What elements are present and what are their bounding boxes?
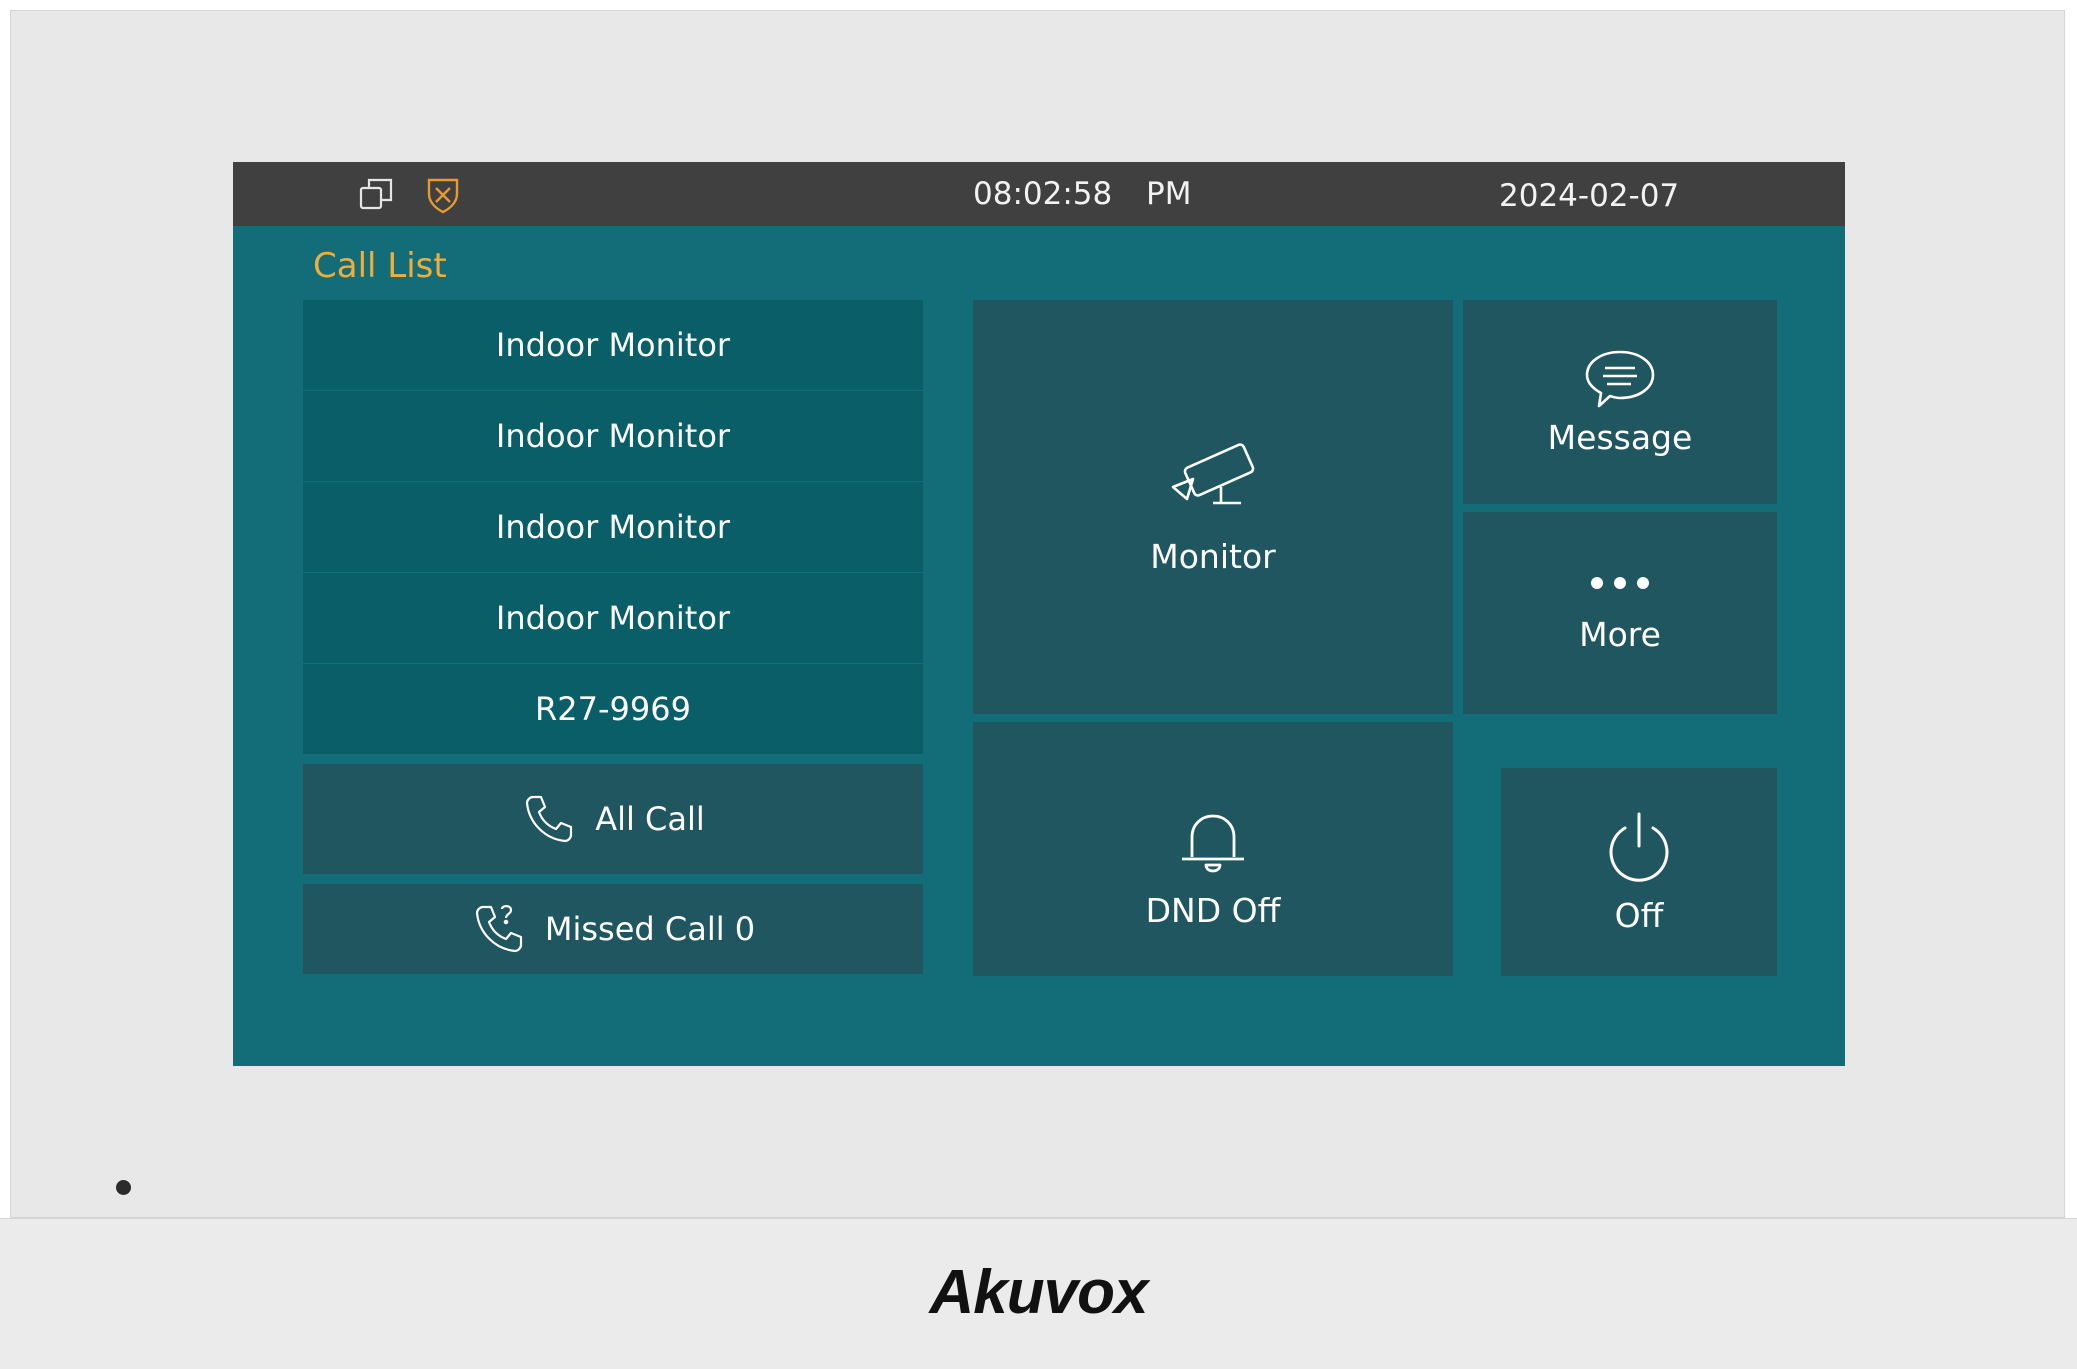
- call-list-item[interactable]: R27-9969: [303, 664, 923, 754]
- missed-call-icon: [471, 901, 527, 957]
- light-sensor: [116, 1180, 131, 1195]
- clock-time: 08:02:58: [973, 176, 1113, 212]
- missed-call-label: Missed Call 0: [544, 910, 756, 948]
- dnd-tile[interactable]: DND Off: [973, 722, 1453, 976]
- call-list: Indoor Monitor Indoor Monitor Indoor Mon…: [303, 300, 923, 755]
- more-dots-icon: [1585, 573, 1655, 593]
- device-frame: Akuvox 08:02:58 PM 2024-02-07 Call List …: [0, 0, 2077, 1369]
- missed-call-button[interactable]: Missed Call 0: [303, 884, 923, 974]
- all-call-button[interactable]: All Call: [303, 764, 923, 874]
- more-tile[interactable]: More: [1463, 512, 1777, 714]
- all-call-label: All Call: [595, 800, 705, 838]
- call-list-title: Call List: [313, 246, 447, 286]
- bell-icon: [1176, 809, 1250, 879]
- off-tile[interactable]: Off: [1501, 768, 1777, 976]
- more-label: More: [1579, 614, 1661, 654]
- status-bar: 08:02:58 PM 2024-02-07: [233, 162, 1845, 226]
- call-list-item[interactable]: Indoor Monitor: [303, 300, 923, 390]
- call-list-item[interactable]: Indoor Monitor: [303, 482, 923, 572]
- off-label: Off: [1614, 895, 1664, 935]
- multi-window-icon[interactable]: [355, 172, 399, 216]
- monitor-tile[interactable]: Monitor: [973, 300, 1453, 714]
- message-icon: [1583, 348, 1657, 410]
- phone-icon: [521, 791, 577, 847]
- brand-logo: Akuvox: [929, 1258, 1149, 1327]
- shield-alarm-icon[interactable]: [421, 172, 465, 216]
- touch-screen: 08:02:58 PM 2024-02-07 Call List Indoor …: [233, 162, 1845, 1066]
- message-label: Message: [1547, 417, 1693, 457]
- call-list-item[interactable]: Indoor Monitor: [303, 391, 923, 481]
- clock-ampm: PM: [1146, 176, 1192, 212]
- camera-icon: [1163, 439, 1263, 519]
- dnd-label: DND Off: [1145, 890, 1281, 930]
- clock-date: 2024-02-07: [1499, 178, 1680, 214]
- call-list-item[interactable]: Indoor Monitor: [303, 573, 923, 663]
- power-icon: [1603, 810, 1675, 884]
- monitor-label: Monitor: [1150, 536, 1276, 576]
- message-tile[interactable]: Message: [1463, 300, 1777, 504]
